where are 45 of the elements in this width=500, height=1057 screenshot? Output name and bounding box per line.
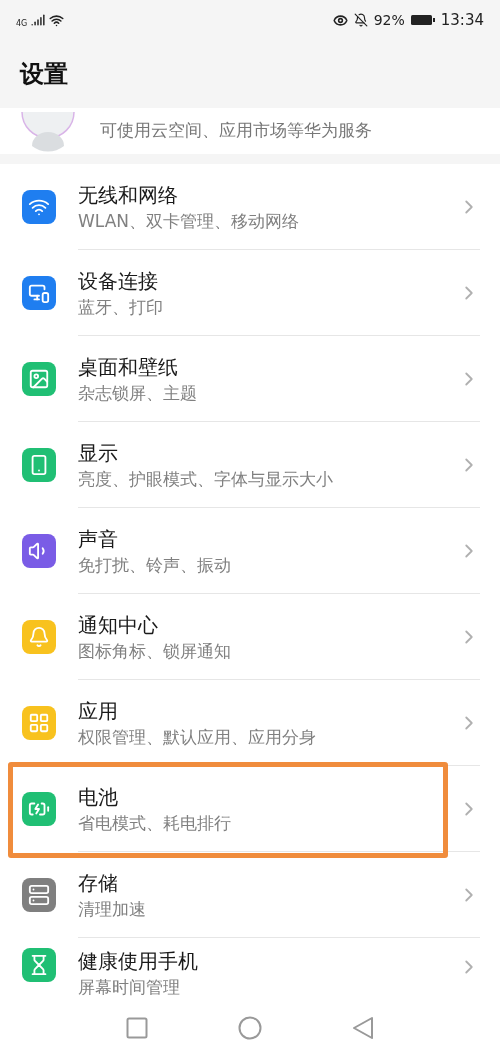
item-subtitle: WLAN、双卡管理、移动网络 <box>78 209 300 233</box>
item-title: 桌面和壁纸 <box>78 353 178 381</box>
settings-item[interactable]: 电池 省电模式、耗电排行 <box>0 766 500 852</box>
account-row[interactable]: 可使用云空间、应用市场等华为服务 <box>0 108 500 154</box>
settings-item[interactable]: 健康使用手机 屏幕时间管理 <box>0 938 500 998</box>
item-subtitle: 免打扰、铃声、振动 <box>78 553 231 577</box>
settings-item[interactable]: 通知中心 图标角标、锁屏通知 <box>0 594 500 680</box>
item-title: 设备连接 <box>78 267 158 295</box>
page-title: 设置 <box>20 59 68 90</box>
network-type: 4G <box>16 18 28 30</box>
item-subtitle: 杂志锁屏、主题 <box>78 381 197 405</box>
item-title: 通知中心 <box>78 611 158 639</box>
item-subtitle: 清理加速 <box>78 897 146 921</box>
settings-item[interactable]: 设备连接 蓝牙、打印 <box>0 250 500 336</box>
item-subtitle: 蓝牙、打印 <box>78 295 163 319</box>
item-title: 声音 <box>78 525 118 553</box>
recent-apps-button[interactable] <box>126 1016 148 1039</box>
settings-item[interactable]: 应用 权限管理、默认应用、应用分身 <box>0 680 500 766</box>
item-title: 应用 <box>78 697 118 725</box>
settings-item[interactable]: 显示 亮度、护眼模式、字体与显示大小 <box>0 422 500 508</box>
signal-icon <box>31 13 46 27</box>
item-title: 存储 <box>78 869 118 897</box>
settings-item[interactable]: 桌面和壁纸 杂志锁屏、主题 <box>0 336 500 422</box>
item-subtitle: 省电模式、耗电排行 <box>78 811 231 835</box>
item-subtitle: 亮度、护眼模式、字体与显示大小 <box>78 467 333 491</box>
item-title: 电池 <box>78 783 118 811</box>
home-button[interactable] <box>238 1015 262 1040</box>
back-button[interactable] <box>352 1015 374 1040</box>
clock: 13:34 <box>440 9 484 31</box>
settings-item[interactable]: 无线和网络 WLAN、双卡管理、移动网络 <box>0 164 500 250</box>
item-subtitle: 屏幕时间管理 <box>78 976 180 999</box>
account-subtitle: 可使用云空间、应用市场等华为服务 <box>100 119 372 143</box>
item-title: 健康使用手机 <box>78 948 198 975</box>
item-subtitle: 权限管理、默认应用、应用分身 <box>78 725 316 749</box>
battery-percent: 92% <box>373 10 405 30</box>
item-subtitle: 图标角标、锁屏通知 <box>78 639 231 663</box>
battery-icon <box>410 14 435 26</box>
settings-item[interactable]: 声音 免打扰、铃声、振动 <box>0 508 500 594</box>
bell-off-icon <box>353 13 368 27</box>
wifi-icon <box>49 12 65 28</box>
item-title: 显示 <box>78 439 118 467</box>
avatar-icon <box>20 112 76 152</box>
item-title: 无线和网络 <box>78 181 178 209</box>
settings-item[interactable]: 存储 清理加速 <box>0 852 500 938</box>
eye-icon <box>332 12 348 28</box>
